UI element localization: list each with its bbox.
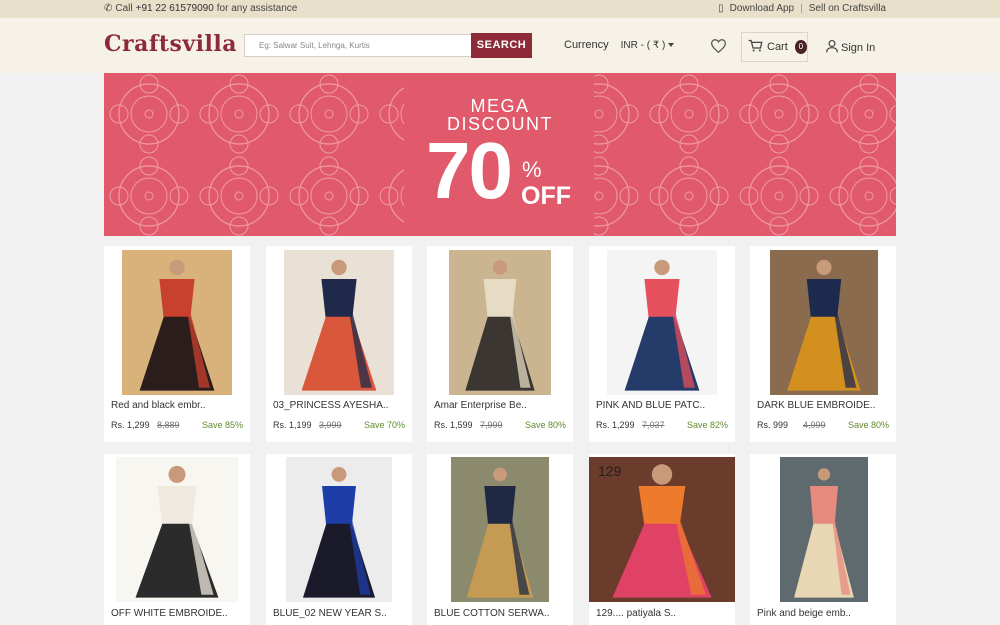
product-image[interactable] <box>286 457 392 602</box>
cart-label: Cart <box>767 41 788 53</box>
product-card[interactable]: Pink and beige emb.. <box>750 454 896 625</box>
garment-figure <box>780 457 868 602</box>
garment-figure <box>286 457 392 602</box>
top-links: ▯ Download App | Sell on Craftsvilla <box>718 3 886 14</box>
product-card[interactable]: 03_PRINCESS AYESHA.. Rs. 1,199 3,999 Sav… <box>266 246 412 442</box>
currency-value[interactable]: INR - ( ₹ ) <box>621 40 675 51</box>
search-input[interactable]: Eg: Salwar Suit, Lehnga, Kurtis <box>244 34 472 57</box>
garment-figure <box>122 250 232 395</box>
chevron-down-icon <box>668 42 675 47</box>
call-prefix: Call <box>115 3 133 14</box>
call-suffix: for any assistance <box>216 3 298 14</box>
product-image[interactable] <box>116 457 238 602</box>
wishlist-heart-icon[interactable] <box>710 39 727 55</box>
product-name[interactable]: OFF WHITE EMBROIDE.. <box>111 608 228 619</box>
download-app-link[interactable]: Download App <box>730 3 795 14</box>
product-name[interactable]: Red and black embr.. <box>111 400 206 411</box>
product-image[interactable] <box>607 250 717 395</box>
banner-discount-value: 70 <box>426 126 513 215</box>
contact-info: ✆ Call +91 22 61579090 for any assistanc… <box>104 3 297 14</box>
product-card[interactable]: Red and black embr.. Rs. 1,299 8,889 Sav… <box>104 246 250 442</box>
product-save-badge: Save 82% <box>686 420 728 430</box>
product-save-badge: Save 80% <box>524 420 566 430</box>
product-card[interactable]: DARK BLUE EMBROIDE.. Rs. 999 4,999 Save … <box>750 246 896 442</box>
garment-figure <box>770 250 878 395</box>
product-price: Rs. 1,299 <box>111 420 150 430</box>
product-mrp: 3,999 <box>319 420 342 430</box>
banner-title-line1: MEGA <box>470 96 530 116</box>
logo[interactable]: Craftsvilla <box>104 31 237 57</box>
sell-link[interactable]: Sell on Craftsvilla <box>809 3 886 14</box>
product-card[interactable]: OFF WHITE EMBROIDE.. <box>104 454 250 625</box>
product-mrp: 4,999 <box>803 420 826 430</box>
product-name[interactable]: BLUE_02 NEW YEAR S.. <box>273 608 387 619</box>
search-button[interactable]: SEARCH <box>471 33 532 58</box>
user-icon <box>826 40 838 56</box>
product-name[interactable]: PINK AND BLUE PATC.. <box>596 400 705 411</box>
phone-icon: ✆ <box>104 3 113 14</box>
cart-count-badge: 0 <box>794 40 807 54</box>
garment-figure <box>451 457 549 602</box>
sign-in-link[interactable]: Sign In <box>826 40 875 56</box>
product-image[interactable] <box>451 457 549 602</box>
banner-percent-sign: % <box>522 157 542 182</box>
currency-selector[interactable]: Currency INR - ( ₹ ) <box>564 39 675 51</box>
product-name[interactable]: 129.... patiyala S.. <box>596 608 676 619</box>
product-mrp: 7,999 <box>480 420 503 430</box>
product-name[interactable]: Amar Enterprise Be.. <box>434 400 527 411</box>
garment-figure <box>449 250 551 395</box>
garment-figure <box>284 250 394 395</box>
garment-figure <box>607 250 717 395</box>
product-save-badge: Save 85% <box>201 420 243 430</box>
product-image-number: 129 <box>598 463 622 479</box>
product-image[interactable] <box>780 457 868 602</box>
mobile-icon: ▯ <box>718 3 724 14</box>
product-name[interactable]: 03_PRINCESS AYESHA.. <box>273 400 388 411</box>
phone-number: +91 22 61579090 <box>135 3 214 14</box>
product-price: Rs. 1,299 <box>596 420 635 430</box>
product-mrp: 8,889 <box>157 420 180 430</box>
product-save-badge: Save 80% <box>847 420 889 430</box>
garment-figure <box>116 457 238 602</box>
divider: | <box>800 3 803 14</box>
promo-banner[interactable]: MEGA DISCOUNT 70 % OFF <box>104 73 896 236</box>
top-strip: ✆ Call +91 22 61579090 for any assistanc… <box>0 0 1000 18</box>
product-image[interactable]: 129 <box>589 457 735 602</box>
currency-label: Currency <box>564 39 609 51</box>
banner-off-label: OFF <box>521 182 571 210</box>
product-image[interactable] <box>122 250 232 395</box>
product-image[interactable] <box>284 250 394 395</box>
cart-icon <box>748 39 763 55</box>
product-image[interactable] <box>770 250 878 395</box>
product-card[interactable]: BLUE COTTON SERWA.. <box>427 454 573 625</box>
product-price: Rs. 999 <box>757 420 789 430</box>
product-name[interactable]: BLUE COTTON SERWA.. <box>434 608 549 619</box>
product-price: Rs. 1,199 <box>273 420 312 430</box>
product-save-badge: Save 70% <box>363 420 405 430</box>
product-card[interactable]: PINK AND BLUE PATC.. Rs. 1,299 7,037 Sav… <box>589 246 735 442</box>
product-name[interactable]: Pink and beige emb.. <box>757 608 851 619</box>
product-card[interactable]: Amar Enterprise Be.. Rs. 1,599 7,999 Sav… <box>427 246 573 442</box>
product-image[interactable] <box>449 250 551 395</box>
product-mrp: 7,037 <box>642 420 665 430</box>
header: Craftsvilla Eg: Salwar Suit, Lehnga, Kur… <box>0 18 1000 73</box>
product-name[interactable]: DARK BLUE EMBROIDE.. <box>757 400 875 411</box>
product-card[interactable]: BLUE_02 NEW YEAR S.. <box>266 454 412 625</box>
cart-button[interactable]: Cart 0 <box>741 32 808 62</box>
product-price: Rs. 1,599 <box>434 420 473 430</box>
sign-in-label: Sign In <box>841 42 876 54</box>
product-card[interactable]: 129 129.... patiyala S.. <box>589 454 735 625</box>
